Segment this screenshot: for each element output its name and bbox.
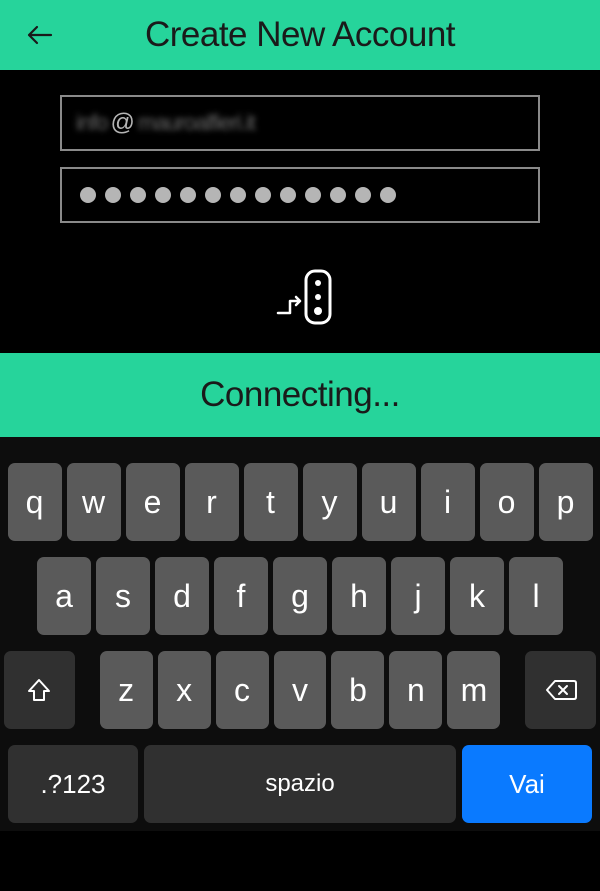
key-h[interactable]: h bbox=[332, 557, 386, 635]
key-a[interactable]: a bbox=[37, 557, 91, 635]
form-area: info @ mauroalfieri.it bbox=[0, 70, 600, 249]
password-dot bbox=[80, 187, 96, 203]
back-button[interactable] bbox=[24, 20, 54, 50]
key-u[interactable]: u bbox=[362, 463, 416, 541]
key-f[interactable]: f bbox=[214, 557, 268, 635]
key-n[interactable]: n bbox=[389, 651, 442, 729]
key-y[interactable]: y bbox=[303, 463, 357, 541]
email-field[interactable]: info @ mauroalfieri.it bbox=[60, 95, 540, 151]
key-d[interactable]: d bbox=[155, 557, 209, 635]
backspace-icon bbox=[545, 678, 577, 702]
backspace-key[interactable] bbox=[525, 651, 596, 729]
key-j[interactable]: j bbox=[391, 557, 445, 635]
back-arrow-icon bbox=[25, 23, 53, 47]
password-dot bbox=[105, 187, 121, 203]
password-dot bbox=[130, 187, 146, 203]
space-key[interactable]: spazio bbox=[144, 745, 456, 823]
key-r[interactable]: r bbox=[185, 463, 239, 541]
password-mask bbox=[76, 187, 396, 203]
shift-key[interactable] bbox=[4, 651, 75, 729]
password-dot bbox=[155, 187, 171, 203]
key-g[interactable]: g bbox=[273, 557, 327, 635]
symbols-key[interactable]: .?123 bbox=[8, 745, 138, 823]
key-w[interactable]: w bbox=[67, 463, 121, 541]
password-dot bbox=[280, 187, 296, 203]
shift-icon bbox=[26, 677, 52, 703]
key-s[interactable]: s bbox=[96, 557, 150, 635]
key-t[interactable]: t bbox=[244, 463, 298, 541]
password-dot bbox=[230, 187, 246, 203]
password-field[interactable] bbox=[60, 167, 540, 223]
password-dot bbox=[305, 187, 321, 203]
password-dot bbox=[205, 187, 221, 203]
password-dot bbox=[355, 187, 371, 203]
password-dot bbox=[330, 187, 346, 203]
key-e[interactable]: e bbox=[126, 463, 180, 541]
connect-device-icon bbox=[260, 267, 340, 327]
page-title: Create New Account bbox=[0, 15, 600, 55]
on-screen-keyboard: qwertyuiop asdfghjkl zxcvbnm .?123 spazi… bbox=[0, 437, 600, 831]
key-x[interactable]: x bbox=[158, 651, 211, 729]
key-z[interactable]: z bbox=[100, 651, 153, 729]
key-c[interactable]: c bbox=[216, 651, 269, 729]
key-k[interactable]: k bbox=[450, 557, 504, 635]
password-dot bbox=[255, 187, 271, 203]
status-text: Connecting... bbox=[200, 375, 400, 415]
go-key[interactable]: Vai bbox=[462, 745, 592, 823]
key-i[interactable]: i bbox=[421, 463, 475, 541]
key-m[interactable]: m bbox=[447, 651, 500, 729]
header-bar: Create New Account bbox=[0, 0, 600, 70]
device-icon-area bbox=[0, 249, 600, 353]
key-o[interactable]: o bbox=[480, 463, 534, 541]
key-l[interactable]: l bbox=[509, 557, 563, 635]
email-value: info @ mauroalfieri.it bbox=[76, 109, 255, 137]
password-dot bbox=[180, 187, 196, 203]
key-p[interactable]: p bbox=[539, 463, 593, 541]
password-dot bbox=[380, 187, 396, 203]
key-b[interactable]: b bbox=[331, 651, 384, 729]
key-v[interactable]: v bbox=[274, 651, 327, 729]
key-q[interactable]: q bbox=[8, 463, 62, 541]
status-bar: Connecting... bbox=[0, 353, 600, 437]
